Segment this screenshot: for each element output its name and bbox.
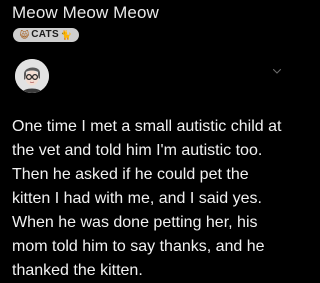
flair-badge[interactable]: 😸 CATS 🐈 [13,28,79,42]
avatar[interactable] [15,59,49,93]
avatar-illustration [15,59,49,93]
post-body-line: mom told him to say thanks, and he [12,238,265,255]
flair-label: CATS [31,29,59,40]
post-body-line: When he was done petting her, his [12,214,258,231]
post-title: Meow Meow Meow [12,3,159,22]
cat-icon: 🐈 [60,30,73,40]
post-body-line: Then he asked if he could pet the [12,166,249,183]
post-body: One time I met a small autistic child at… [12,115,298,283]
chevron-down-icon[interactable] [272,63,282,74]
post-body-line: thanked the kitten. [12,262,143,279]
post-body-line: One time I met a small autistic child at [12,118,282,135]
post-body-line: the vet and told him I'm autistic too. [12,142,263,159]
cat-face-icon: 😸 [19,30,30,40]
post-body-line: kitten I had with me, and I said yes. [12,190,262,207]
